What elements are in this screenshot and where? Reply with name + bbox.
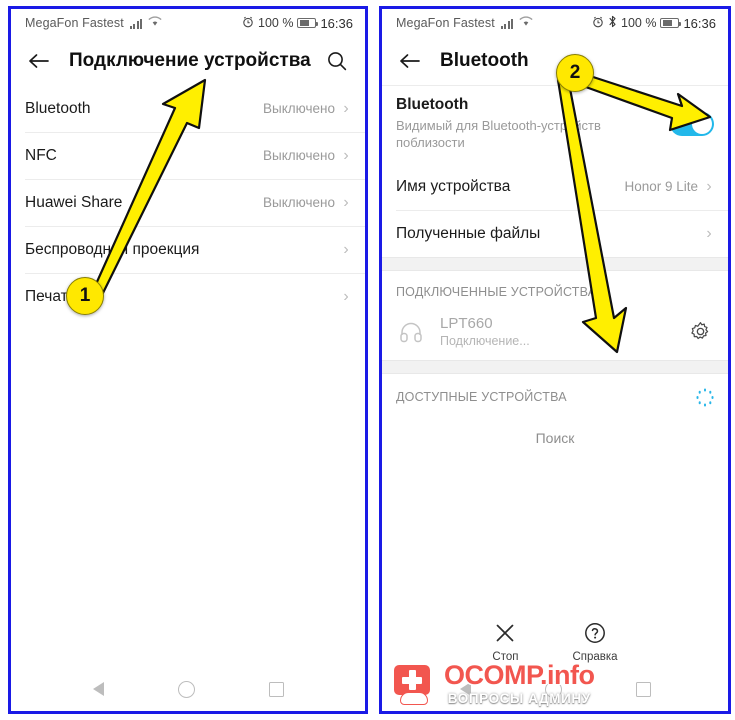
row-value: Honor 9 Lite [624,179,698,195]
back-arrow-icon[interactable] [25,47,53,75]
screenshot-stage: MegaFon Fastest 100 % 16:36 Подключение … [0,0,735,720]
available-devices-header-label: ДОСТУПНЫЕ УСТРОЙСТВА [396,390,567,405]
row-label: NFC [25,146,57,164]
chevron-right-icon: › [343,193,349,211]
alarm-clock-icon [592,16,604,31]
carrier-label: MegaFon Fastest [25,16,124,30]
status-bar-right: 100 % 16:36 [592,15,716,31]
paired-device-texts: LPT660 Подключение... [440,315,686,348]
wifi-icon [519,16,533,30]
toggle-knob [692,113,712,134]
nav-home-icon[interactable] [177,680,195,698]
wifi-icon [148,16,162,30]
clock-label: 16:36 [320,15,353,31]
headphones-icon [396,317,426,347]
battery-percent-label: 100 % [621,16,657,30]
bluetooth-toggle-switch[interactable] [670,111,714,136]
row-label: Полученные файлы [396,224,541,242]
bluetooth-toggle-row[interactable]: Bluetooth Видимый для Bluetooth-устройст… [382,86,728,164]
chevron-right-icon: › [343,99,349,117]
stop-button-label: Стоп [492,651,519,663]
chevron-right-icon: › [706,224,712,242]
app-bar: Bluetooth [382,37,728,85]
status-bar-right: 100 % 16:36 [242,16,353,31]
page-title: Подключение устройства [69,50,311,71]
stop-button[interactable]: Стоп [492,620,518,663]
battery-icon [660,18,682,28]
chevron-right-icon: › [706,177,712,195]
action-bar: Стоп Справка [382,620,728,667]
list-item-huawei-share[interactable]: Huawei Share Выключено › [11,179,365,226]
row-value: Выключено [263,101,335,116]
paired-devices-header: ПОДКЛЮЧЕННЫЕ УСТРОЙСТВА [382,271,728,309]
carrier-label: MegaFon Fastest [396,16,495,30]
list-item-wireless-projection[interactable]: Беспроводная проекция › [11,226,365,273]
status-bar: MegaFon Fastest 100 % 16:36 [382,9,728,37]
row-label: Беспроводная проекция [25,240,200,258]
signal-bars-icon [500,18,514,29]
help-button-label: Справка [572,651,618,663]
nav-bar [11,667,365,711]
nav-back-icon[interactable] [459,682,471,696]
gear-icon[interactable] [686,318,714,346]
available-devices-header: ДОСТУПНЫЕ УСТРОЙСТВА [382,374,728,416]
paired-device-name: LPT660 [440,315,493,333]
row-value: Выключено [263,195,335,210]
clock-label: 16:36 [683,15,716,31]
search-icon[interactable] [323,47,351,75]
row-label: Имя устройства [396,177,511,195]
searching-label: Поиск [535,430,575,447]
row-label: Bluetooth [25,99,91,117]
close-x-icon [492,620,518,646]
chevron-right-icon: › [343,240,349,258]
row-label: Печать [25,287,76,305]
right-phone-panel: MegaFon Fastest 100 % 16:36 Bluetooth Bl… [379,6,731,714]
battery-percent-label: 100 % [258,16,294,30]
row-label: Huawei Share [25,193,123,211]
bluetooth-subtitle: Видимый для Bluetooth-устройств поблизос… [396,118,601,151]
nav-recents-icon[interactable] [635,681,651,697]
bluetooth-title: Bluetooth [396,96,469,113]
nav-bar [382,667,728,711]
bluetooth-settings-list: Имя устройства Honor 9 Lite › Полученные… [382,163,728,258]
list-item-bluetooth[interactable]: Bluetooth Выключено › [11,85,365,132]
nav-back-icon[interactable] [92,682,104,696]
chevron-right-icon: › [343,146,349,164]
row-value: Выключено [263,148,335,163]
chevron-right-icon: › [343,287,349,305]
status-bar-left: MegaFon Fastest [396,16,592,30]
bluetooth-toggle-texts: Bluetooth Видимый для Bluetooth-устройст… [396,96,670,151]
list-item-received-files[interactable]: Полученные файлы › [382,210,728,258]
section-divider [382,360,728,375]
nav-home-icon[interactable] [544,680,562,698]
status-bar: MegaFon Fastest 100 % 16:36 [11,9,365,37]
left-phone-panel: MegaFon Fastest 100 % 16:36 Подключение … [8,6,368,714]
back-arrow-icon[interactable] [396,47,424,75]
page-title: Bluetooth [440,50,529,71]
list-item-print[interactable]: Печать › [11,273,365,320]
loading-spinner-icon [696,388,714,407]
paired-device-row[interactable]: LPT660 Подключение... [382,309,728,360]
right-phone-screen: MegaFon Fastest 100 % 16:36 Bluetooth Bl… [382,9,728,711]
bluetooth-icon [608,15,617,31]
nav-recents-icon[interactable] [268,681,284,697]
paired-devices-header-label: ПОДКЛЮЧЕННЫЕ УСТРОЙСТВА [396,285,597,300]
list-item-device-name[interactable]: Имя устройства Honor 9 Lite › [382,163,728,211]
alarm-clock-icon [242,16,254,31]
battery-icon [297,18,319,28]
question-mark-icon [582,620,608,646]
list-item-nfc[interactable]: NFC Выключено › [11,132,365,179]
connectivity-list: Bluetooth Выключено › NFC Выключено › Hu… [11,85,365,320]
app-bar: Подключение устройства [11,37,365,85]
help-button[interactable]: Справка [572,620,618,663]
paired-device-status: Подключение... [440,334,530,349]
left-phone-screen: MegaFon Fastest 100 % 16:36 Подключение … [11,9,365,711]
section-divider [382,257,728,272]
signal-bars-icon [129,18,143,29]
status-bar-left: MegaFon Fastest [25,16,242,30]
